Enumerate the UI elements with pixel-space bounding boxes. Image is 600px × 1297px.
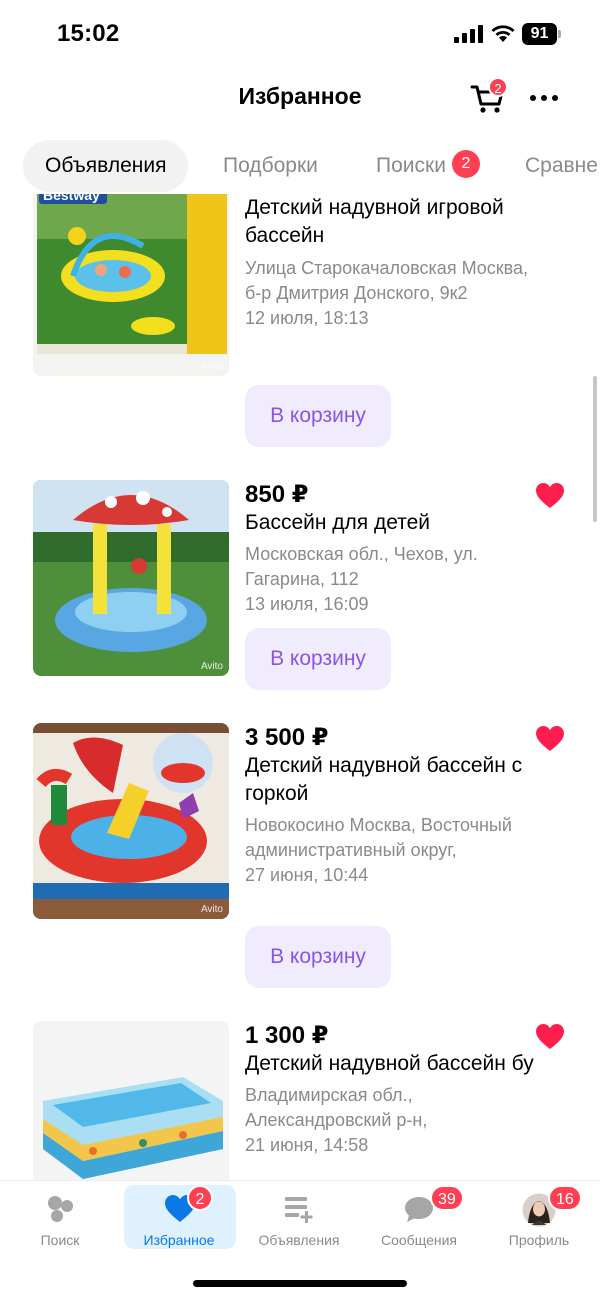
battery-level: 91 xyxy=(522,23,557,45)
favorite-heart-icon[interactable] xyxy=(535,1023,565,1051)
nav-search[interactable]: Поиск xyxy=(5,1185,115,1249)
nav-label: Объявления xyxy=(258,1232,340,1248)
item-address: Московская обл., Чехов, ул. Гагарина, 11… xyxy=(245,544,478,589)
favorites-list: Bestway Avito Детский надувной игровой б… xyxy=(0,194,600,1180)
item-price: 850 ₽ xyxy=(245,481,309,508)
item-price: 3 500 ₽ xyxy=(245,724,329,751)
item-image[interactable]: Avito xyxy=(33,480,229,676)
favorite-heart-icon[interactable] xyxy=(535,482,565,510)
home-indicator xyxy=(193,1280,407,1287)
list-item[interactable]: Bestway Avito Детский надувной игровой б… xyxy=(0,194,600,450)
add-listing-icon xyxy=(285,1197,313,1223)
rectangular-pool-image xyxy=(33,1021,229,1180)
list-item[interactable]: 1 300 ₽ Детский надувной бассейн бу Влад… xyxy=(0,1021,600,1180)
nav-badge: 39 xyxy=(430,1185,464,1211)
cellular-signal-icon xyxy=(454,25,483,43)
item-info: 1 300 ₽ Детский надувной бассейн бу Влад… xyxy=(245,1021,535,1158)
nav-badge: 2 xyxy=(187,1185,213,1211)
item-image[interactable]: Avito xyxy=(33,723,229,919)
nav-label: Избранное xyxy=(143,1232,215,1248)
item-title[interactable]: Детский надувной игровой бассейн xyxy=(245,194,535,250)
tab-label: Поиски xyxy=(376,154,446,177)
list-item[interactable]: Avito 3 500 ₽ Детский надувной бассейн с… xyxy=(0,723,600,993)
list-item[interactable]: Avito 850 ₽ Бассейн для детей Московская… xyxy=(0,480,600,700)
nav-label: Профиль xyxy=(508,1232,570,1248)
add-to-cart-button[interactable]: В корзину xyxy=(245,926,391,988)
item-date: 21 июня, 14:58 xyxy=(245,1135,369,1155)
more-options-icon[interactable] xyxy=(528,84,560,112)
mushroom-pool-image xyxy=(33,480,229,676)
item-title[interactable]: Бассейн для детей xyxy=(245,509,535,537)
add-to-cart-button[interactable]: В корзину xyxy=(245,628,391,690)
tab-label: Подборки xyxy=(223,154,318,177)
status-time: 15:02 xyxy=(57,20,120,47)
item-date: 27 июня, 10:44 xyxy=(245,865,369,885)
nav-label: Сообщения xyxy=(381,1232,457,1248)
nav-favorites[interactable]: 2 Избранное xyxy=(124,1185,236,1249)
tab-listings[interactable]: Объявления xyxy=(23,140,189,192)
favorite-heart-icon[interactable] xyxy=(535,725,565,753)
avito-watermark: Avito xyxy=(200,361,223,372)
tab-label: Объявления xyxy=(45,154,167,177)
battery-tip xyxy=(558,30,561,38)
brand-label: Bestway xyxy=(43,194,100,203)
item-info: 3 500 ₽ Детский надувной бассейн с горко… xyxy=(245,723,535,888)
item-title[interactable]: Детский надувной бассейн бу xyxy=(245,1050,535,1078)
tab-label: Сравне xyxy=(525,154,598,177)
slide-pool-image xyxy=(33,723,229,919)
item-date: 12 июля, 18:13 xyxy=(245,308,369,328)
item-info: 850 ₽ Бассейн для детей Московская обл.,… xyxy=(245,480,535,617)
nav-listings[interactable]: Объявления xyxy=(244,1185,354,1249)
item-info: Детский надувной игровой бассейн Улица С… xyxy=(245,194,535,331)
item-image[interactable] xyxy=(33,1021,229,1180)
nav-profile[interactable]: 16 Профиль xyxy=(484,1185,594,1249)
pool-box-image: Bestway xyxy=(33,194,229,376)
add-to-cart-button[interactable]: В корзину xyxy=(245,385,391,447)
battery-indicator: 91 xyxy=(522,23,562,45)
tab-compare[interactable]: Сравне xyxy=(525,140,598,192)
item-address: Владимирская обл., Александровский р-н, xyxy=(245,1085,428,1130)
avito-watermark: Avito xyxy=(200,661,223,672)
tab-collections[interactable]: Подборки xyxy=(223,140,318,192)
nav-messages[interactable]: 39 Сообщения xyxy=(364,1185,474,1249)
nav-label: Поиск xyxy=(40,1232,80,1248)
avito-watermark: Avito xyxy=(200,904,223,915)
item-image[interactable]: Bestway Avito xyxy=(33,194,229,376)
search-icon xyxy=(48,1196,73,1222)
page-title: Избранное xyxy=(238,83,362,109)
cart-badge: 2 xyxy=(488,77,508,97)
nav-badge: 16 xyxy=(548,1185,582,1211)
wifi-icon xyxy=(491,25,515,42)
status-bar: 15:02 91 xyxy=(0,0,600,66)
item-address: Новокосино Москва, Восточный администрат… xyxy=(245,815,512,860)
item-address: Улица Старокачаловская Москва, б-р Дмитр… xyxy=(245,258,529,303)
header: Избранное 2 xyxy=(0,66,600,128)
tab-badge: 2 xyxy=(451,150,480,179)
tab-searches[interactable]: Поиски 2 xyxy=(376,140,480,192)
item-price: 1 300 ₽ xyxy=(245,1022,329,1049)
item-date: 13 июля, 16:09 xyxy=(245,594,369,614)
item-title[interactable]: Детский надувной бассейн с горкой xyxy=(245,752,535,808)
favorites-tabs: Объявления Подборки Поиски 2 Сравне xyxy=(0,140,600,194)
